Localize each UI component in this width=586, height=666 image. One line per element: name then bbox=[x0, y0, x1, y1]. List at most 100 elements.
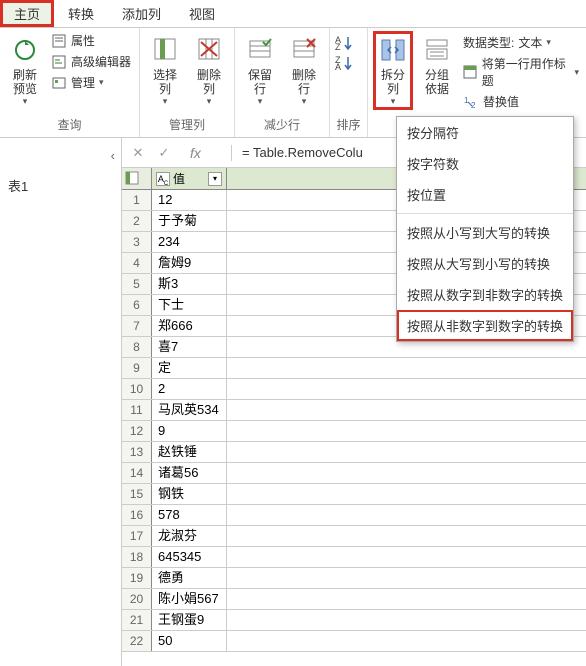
split-column-button[interactable]: 拆分列 ▾ bbox=[373, 31, 413, 110]
cell[interactable]: 陈小娟567 bbox=[152, 589, 227, 609]
remove-columns-button[interactable]: 删除列 ▾ bbox=[189, 31, 229, 110]
table-row[interactable]: 20陈小娟567 bbox=[122, 589, 586, 610]
replace-values-button[interactable]: 12 替换值 bbox=[461, 92, 581, 111]
keep-rows-button[interactable]: 保留行 ▾ bbox=[240, 31, 280, 110]
row-number: 13 bbox=[122, 442, 152, 462]
table-row[interactable]: 21王钢蛋9 bbox=[122, 610, 586, 631]
tab-home[interactable]: 主页 bbox=[0, 0, 54, 27]
row-number: 9 bbox=[122, 358, 152, 378]
cell[interactable]: 王钢蛋9 bbox=[152, 610, 227, 630]
first-row-headers-button[interactable]: 将第一行用作标题 ▾ bbox=[461, 54, 581, 90]
cell[interactable]: 诸葛56 bbox=[152, 463, 227, 483]
menu-by-delimiter[interactable]: 按分隔符 bbox=[397, 117, 573, 148]
row-number: 21 bbox=[122, 610, 152, 630]
cell[interactable]: 50 bbox=[152, 631, 227, 651]
keep-rows-icon bbox=[244, 34, 276, 66]
menu-upper-to-lower[interactable]: 按照从大写到小写的转换 bbox=[397, 248, 573, 279]
tab-view[interactable]: 视图 bbox=[175, 0, 229, 27]
replace-icon: 12 bbox=[463, 94, 479, 110]
cell[interactable]: 于予菊 bbox=[152, 211, 227, 231]
table-row[interactable]: 9定 bbox=[122, 358, 586, 379]
cell[interactable]: 9 bbox=[152, 421, 227, 441]
svg-text:1: 1 bbox=[464, 96, 469, 105]
cell[interactable]: 赵铁锤 bbox=[152, 442, 227, 462]
chevron-down-icon: ▾ bbox=[23, 96, 28, 107]
column-header[interactable]: AC 值 ▾ bbox=[152, 168, 227, 189]
menu-lower-to-upper[interactable]: 按照从小写到大写的转换 bbox=[397, 217, 573, 248]
cell[interactable]: 12 bbox=[152, 190, 227, 210]
cell[interactable]: 德勇 bbox=[152, 568, 227, 588]
table-row[interactable]: 16578 bbox=[122, 505, 586, 526]
group-by-button[interactable]: 分组依据 bbox=[417, 31, 457, 99]
fx-icon: fx bbox=[182, 145, 201, 161]
advanced-editor-button[interactable]: 高级编辑器 bbox=[49, 52, 133, 71]
row-number: 19 bbox=[122, 568, 152, 588]
table-row[interactable]: 17龙淑芬 bbox=[122, 526, 586, 547]
remove-rows-button[interactable]: 删除行 ▾ bbox=[284, 31, 324, 110]
manage-label: 管理 bbox=[71, 74, 95, 91]
cell[interactable]: 喜7 bbox=[152, 337, 227, 357]
row-number: 8 bbox=[122, 337, 152, 357]
properties-label: 属性 bbox=[71, 32, 95, 49]
menu-by-position[interactable]: 按位置 bbox=[397, 179, 573, 210]
table-row[interactable]: 15钢铁 bbox=[122, 484, 586, 505]
cell[interactable]: 斯3 bbox=[152, 274, 227, 294]
row-number: 3 bbox=[122, 232, 152, 252]
table-row[interactable]: 19德勇 bbox=[122, 568, 586, 589]
cell[interactable]: 645345 bbox=[152, 547, 227, 567]
tab-transform[interactable]: 转换 bbox=[54, 0, 108, 27]
cancel-formula-icon[interactable]: ✕ bbox=[130, 145, 146, 161]
sort-desc-button[interactable]: ZA bbox=[335, 55, 355, 71]
menu-separator bbox=[397, 213, 573, 214]
table-row[interactable]: 18645345 bbox=[122, 547, 586, 568]
datatype-label: 数据类型: bbox=[463, 34, 514, 51]
cell[interactable]: 下士 bbox=[152, 295, 227, 315]
cell[interactable]: 234 bbox=[152, 232, 227, 252]
manage-button[interactable]: 管理 ▾ bbox=[49, 73, 133, 92]
group-label-manage-cols: 管理列 bbox=[145, 114, 229, 137]
menu-digit-to-nondigit[interactable]: 按照从数字到非数字的转换 bbox=[397, 279, 573, 310]
refresh-preview-button[interactable]: 刷新预览 ▾ bbox=[5, 31, 45, 110]
cell[interactable]: 詹姆9 bbox=[152, 253, 227, 273]
ribbon-group-sort: AZ ZA 排序 bbox=[330, 28, 368, 137]
collapse-panel-icon[interactable]: ‹ bbox=[111, 148, 115, 163]
cell[interactable]: 马凤英534 bbox=[152, 400, 227, 420]
table-row[interactable]: 13赵铁锤 bbox=[122, 442, 586, 463]
manage-icon bbox=[51, 75, 67, 91]
accept-formula-icon[interactable]: ✓ bbox=[156, 145, 172, 161]
chevron-down-icon: ▾ bbox=[258, 96, 263, 107]
query-item[interactable]: 表1 bbox=[0, 173, 121, 198]
sort-asc-button[interactable]: AZ bbox=[335, 35, 355, 51]
svg-text:A: A bbox=[335, 62, 341, 71]
column-filter-icon[interactable]: ▾ bbox=[208, 172, 222, 186]
cell[interactable]: 578 bbox=[152, 505, 227, 525]
tab-add-column[interactable]: 添加列 bbox=[108, 0, 175, 27]
cell[interactable]: 郑666 bbox=[152, 316, 227, 336]
row-number: 22 bbox=[122, 631, 152, 651]
row-number: 15 bbox=[122, 484, 152, 504]
cell[interactable]: 2 bbox=[152, 379, 227, 399]
select-columns-icon bbox=[149, 34, 181, 66]
row-number: 12 bbox=[122, 421, 152, 441]
properties-button[interactable]: 属性 bbox=[49, 31, 133, 50]
menu-nondigit-to-digit[interactable]: 按照从非数字到数字的转换 bbox=[397, 310, 573, 341]
column-name: 值 bbox=[173, 170, 185, 187]
split-column-menu: 按分隔符 按字符数 按位置 按照从小写到大写的转换 按照从大写到小写的转换 按照… bbox=[396, 116, 574, 342]
menu-by-char-count[interactable]: 按字符数 bbox=[397, 148, 573, 179]
queries-panel: ‹ 表1 bbox=[0, 138, 122, 666]
table-row[interactable]: 11马凤英534 bbox=[122, 400, 586, 421]
table-row[interactable]: 102 bbox=[122, 379, 586, 400]
datatype-button[interactable]: 数据类型: 文本 ▾ bbox=[461, 33, 581, 52]
select-columns-button[interactable]: 选择列 ▾ bbox=[145, 31, 185, 110]
cell[interactable]: 定 bbox=[152, 358, 227, 378]
cell[interactable]: 龙淑芬 bbox=[152, 526, 227, 546]
text-type-icon: AC bbox=[156, 172, 170, 186]
table-row[interactable]: 129 bbox=[122, 421, 586, 442]
chevron-down-icon: ▾ bbox=[207, 96, 212, 107]
select-all-corner[interactable] bbox=[122, 168, 152, 189]
table-row[interactable]: 14诸葛56 bbox=[122, 463, 586, 484]
cell[interactable]: 钢铁 bbox=[152, 484, 227, 504]
table-row[interactable]: 2250 bbox=[122, 631, 586, 652]
ribbon-group-manage-cols: 选择列 ▾ 删除列 ▾ 管理列 bbox=[140, 28, 235, 137]
row-number: 6 bbox=[122, 295, 152, 315]
